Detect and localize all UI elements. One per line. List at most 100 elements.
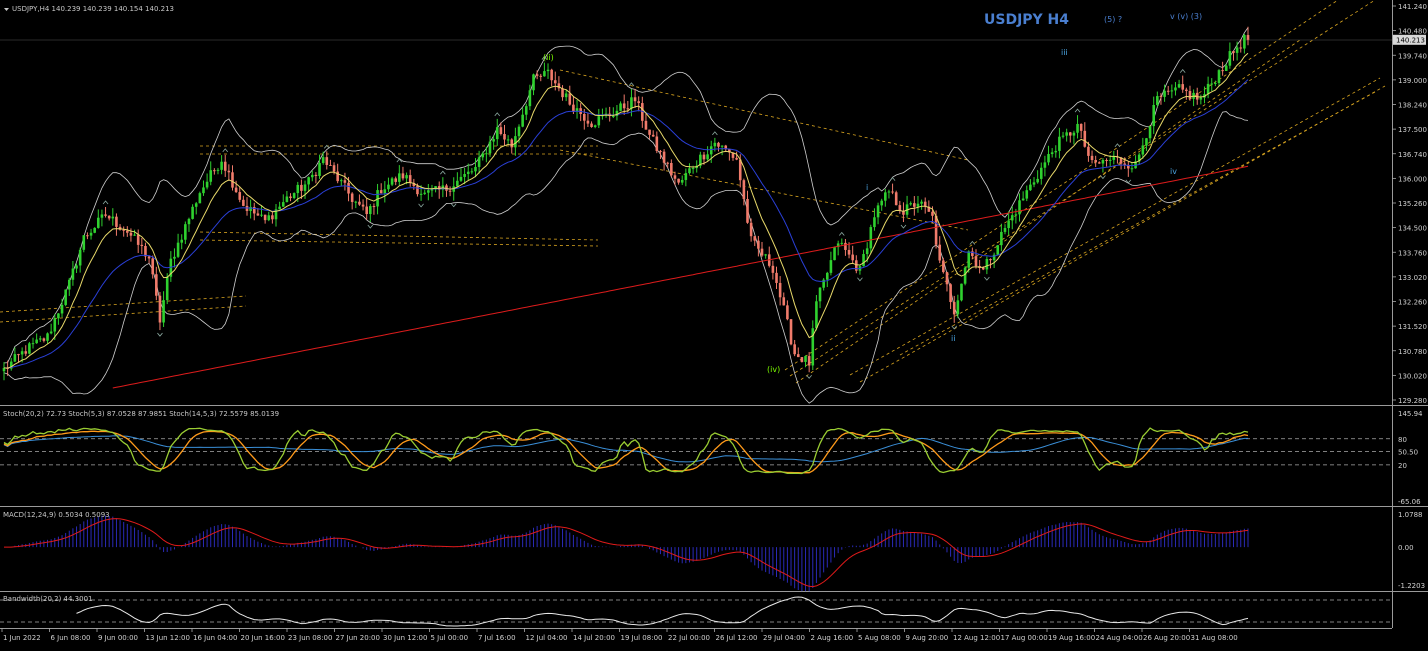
candle-body: [495, 127, 499, 140]
candle-body: [263, 214, 267, 221]
candle: [789, 319, 793, 346]
candle-body: [216, 169, 220, 171]
candle-body: [989, 259, 992, 261]
candle-body: [209, 170, 213, 182]
candle-body: [75, 265, 78, 269]
candle-body: [1108, 159, 1112, 161]
candle-body: [20, 351, 24, 355]
candle: [963, 266, 967, 286]
candle-body: [31, 343, 35, 345]
candle-body: [329, 164, 332, 166]
candle-body: [753, 236, 757, 241]
candle-body: [637, 101, 640, 104]
candle-body: [401, 173, 405, 179]
candle-body: [1246, 35, 1250, 40]
candle-body: [165, 276, 169, 301]
candle-body: [648, 129, 651, 135]
macd-y-tick-label: 0.00: [1398, 544, 1414, 552]
candle-body: [539, 75, 543, 77]
candle-body: [1105, 160, 1108, 162]
candle: [996, 245, 1000, 256]
candle-body: [884, 192, 887, 201]
candle-body: [35, 339, 38, 344]
candle-body: [942, 260, 945, 273]
candle-body: [981, 267, 985, 270]
candle-body: [633, 97, 637, 102]
x-tick-label: 31 Aug 08:00: [1191, 634, 1238, 642]
candle-body: [416, 186, 419, 195]
candle-body: [949, 284, 952, 303]
candle-body: [387, 184, 390, 190]
candle-body: [630, 97, 633, 109]
candle-body: [1058, 136, 1061, 151]
candle-body: [372, 206, 376, 208]
candle-body: [82, 235, 86, 250]
candle-body: [586, 120, 590, 124]
y-tick-label: 133.760: [1398, 249, 1427, 257]
candle-body: [891, 191, 894, 193]
candle-body: [742, 180, 746, 199]
candle-body: [702, 154, 706, 160]
candle-body: [684, 173, 688, 180]
candle-body: [296, 184, 300, 194]
candle: [894, 190, 898, 206]
candle: [800, 356, 804, 363]
candle-body: [448, 190, 452, 192]
candle-body: [318, 163, 321, 176]
candle-body: [405, 175, 408, 179]
candle: [198, 191, 202, 204]
candle-body: [626, 108, 630, 110]
x-tick-label: 6 Jun 08:00: [51, 634, 91, 642]
candle-body: [191, 206, 194, 219]
candle-body: [521, 114, 524, 127]
candle-body: [463, 174, 466, 177]
candle-body: [310, 174, 314, 178]
candle-body: [383, 189, 387, 194]
chart-svg[interactable]: 141.240 140.480 139.740 139.000 138.240 137.5…: [0, 0, 1428, 647]
candle-body: [1148, 126, 1152, 139]
wave-note-2: v (v) (3): [1170, 12, 1202, 21]
candle-body: [1076, 123, 1079, 133]
candle-body: [1072, 132, 1076, 136]
candle-body: [408, 175, 412, 183]
candle-body: [804, 356, 807, 362]
candle-body: [985, 259, 989, 270]
candle-body: [256, 213, 260, 216]
candle: [93, 227, 96, 234]
candle-body: [1029, 184, 1032, 191]
candle-body: [1214, 82, 1217, 84]
candle-body: [800, 357, 804, 362]
candle-body: [325, 157, 329, 165]
candle-body: [133, 234, 136, 236]
chart-background: [0, 0, 1428, 647]
candle-body: [1152, 104, 1156, 127]
candle-body: [1014, 214, 1018, 216]
candle-body: [662, 151, 666, 163]
candle-body: [920, 201, 923, 204]
candle-body: [1101, 160, 1105, 164]
candle-body: [967, 251, 971, 268]
candle-body: [717, 142, 720, 147]
candle-body: [38, 338, 42, 340]
candle-body: [760, 248, 764, 256]
candle-body: [67, 279, 71, 290]
candle-body: [1112, 156, 1116, 160]
candle-body: [789, 319, 793, 345]
candle-body: [347, 182, 350, 194]
y-tick-label: 136.000: [1398, 175, 1427, 183]
y-tick-label: 129.280: [1398, 397, 1427, 405]
candle-body: [815, 301, 818, 329]
x-tick-label: 12 Aug 12:00: [953, 634, 1000, 642]
candle-body: [931, 211, 934, 216]
y-tick-label: 131.520: [1398, 323, 1427, 331]
candle-body: [1206, 83, 1210, 95]
candle-body: [238, 192, 242, 200]
candle-body: [713, 142, 717, 147]
candle-body: [688, 168, 691, 174]
wave-label: iv: [1170, 167, 1177, 176]
candle-body: [1087, 146, 1090, 156]
chart-window[interactable]: 141.240 140.480 139.740 139.000 138.240 137.5…: [0, 0, 1428, 647]
candle-body: [666, 162, 670, 164]
candle-body: [572, 104, 575, 112]
candle-body: [24, 351, 28, 354]
